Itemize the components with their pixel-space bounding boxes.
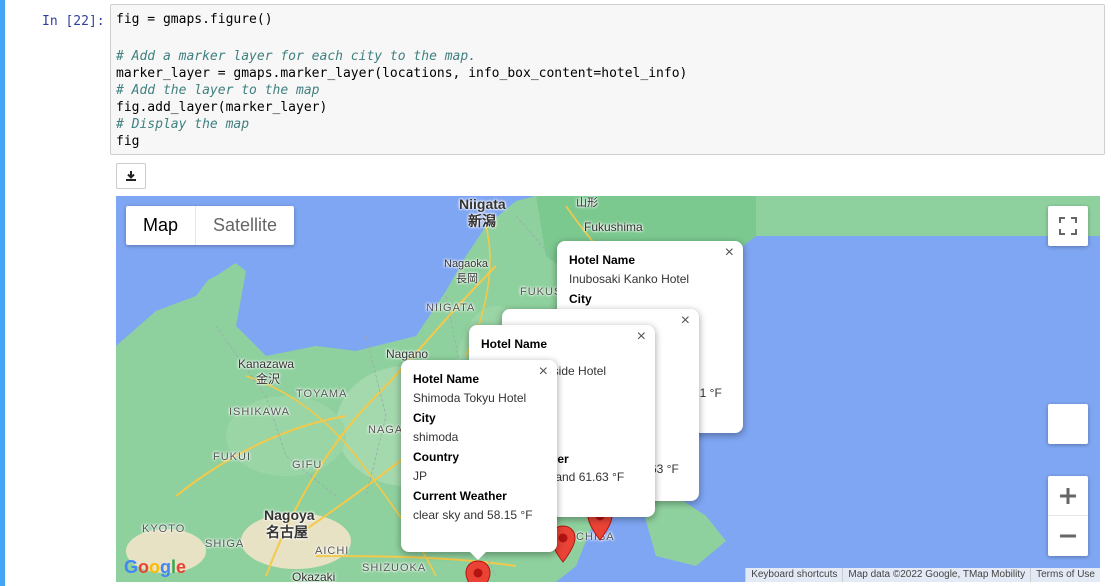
info-window-tail (469, 551, 487, 560)
zoom-control (1048, 476, 1088, 556)
close-icon[interactable]: × (637, 328, 646, 346)
info-value: Inubosaki Kanko Hotel (569, 272, 690, 286)
info-label: Hotel Name (569, 253, 636, 267)
info-label: Current Weather (413, 489, 507, 503)
close-icon[interactable]: × (725, 244, 734, 262)
fullscreen-button[interactable] (1048, 206, 1088, 246)
map-label-ishikawa: ISHIKAWA (229, 406, 290, 418)
info-label: City (569, 292, 592, 306)
map-data-text: Map data ©2022 Google, TMap Mobility (842, 568, 1031, 582)
code-editor[interactable]: fig = gmaps.figure() # Add a marker laye… (110, 4, 1105, 155)
map-label-gifu: GIFU (292, 459, 323, 471)
map-widget[interactable]: Niigata 新潟 山形 Fukushima Nagaoka 長岡 FUKUS… (116, 196, 1100, 582)
zoom-in-icon (1060, 487, 1076, 504)
map-label-nagoya: Nagoya (264, 507, 315, 523)
close-icon[interactable]: × (681, 312, 690, 330)
close-icon[interactable]: × (539, 363, 548, 381)
map-label-aichi: AICHI (315, 545, 350, 557)
google-logo: Google (124, 557, 187, 577)
info-value: JP (413, 469, 428, 483)
map-label-fukui: FUKUI (213, 451, 251, 463)
info-value: s and 61.63 °F (546, 470, 625, 484)
cell-prompt: In [22]: (42, 14, 105, 29)
info-value: clear sky and 58.15 °F (413, 508, 533, 522)
map-label-niigata: Niigata (459, 196, 506, 212)
map-attribution: Keyboard shortcuts Map data ©2022 Google… (745, 568, 1100, 582)
zoom-out-icon (1060, 534, 1076, 538)
code-line: marker_layer = gmaps.marker_layer(locati… (116, 66, 688, 81)
map-label-fukushima: Fukushima (584, 220, 643, 234)
map-label-yamagata-jp: 山形 (576, 197, 598, 209)
map-label-nagano-region: NAGA (368, 424, 404, 436)
map-label-nagaoka-jp: 長岡 (456, 273, 478, 285)
map-label-nagano: Nagano (386, 347, 429, 361)
zoom-out-button[interactable] (1048, 516, 1088, 556)
download-button[interactable] (116, 163, 146, 189)
street-view-button[interactable] (1048, 404, 1088, 444)
code-line: fig = gmaps.figure() (116, 12, 273, 27)
map-label-fukushima-region: FUKUS (520, 286, 563, 298)
code-comment: # Add a marker layer for each city to th… (116, 49, 477, 64)
code-comment: # Add the layer to the map (116, 83, 320, 98)
terms-of-use-link[interactable]: Terms of Use (1030, 568, 1100, 582)
map-label-kyoto: KYOTO (142, 523, 186, 535)
map-label-shizuoka: SHIZUOKA (362, 562, 427, 574)
map-label-nagaoka: Nagaoka (444, 258, 489, 270)
info-label: City (413, 411, 436, 425)
zoom-in-button[interactable] (1048, 476, 1088, 516)
code-line: fig (116, 134, 140, 149)
code-line: fig.add_layer(marker_layer) (116, 100, 328, 115)
map-label-niigata-region: NIIGATA (426, 302, 476, 314)
map-label-toyama: TOYAMA (296, 388, 348, 400)
info-value: Shimoda Tokyu Hotel (413, 391, 527, 405)
fullscreen-icon (1059, 217, 1077, 235)
info-value: shimoda (413, 430, 459, 444)
map-label-kanazawa-jp: 金沢 (256, 372, 281, 386)
code-comment: # Display the map (116, 117, 250, 132)
map-marker-icon[interactable] (465, 560, 491, 582)
info-label: Hotel Name (413, 372, 480, 386)
map-label-nagoya-jp: 名古屋 (266, 524, 308, 540)
map-type-control: Map Satellite (126, 206, 295, 245)
map-label-kanazawa: Kanazawa (238, 357, 295, 371)
map-label-niigata-jp: 新潟 (468, 213, 496, 229)
map-label-shiga: SHIGA (205, 538, 245, 550)
download-icon (126, 171, 136, 181)
map-type-satellite-button[interactable]: Satellite (195, 206, 294, 245)
info-window[interactable]: × Hotel Name Shimoda Tokyu Hotel City sh… (401, 360, 557, 552)
map-label-okazaki: Okazaki (292, 570, 336, 582)
keyboard-shortcuts-link[interactable]: Keyboard shortcuts (745, 568, 843, 582)
info-label: Hotel Name (481, 337, 548, 351)
info-label: Country (413, 450, 459, 464)
map-type-map-button[interactable]: Map (126, 206, 195, 245)
